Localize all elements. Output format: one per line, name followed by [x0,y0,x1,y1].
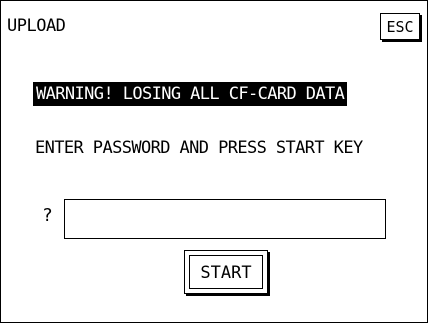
upload-screen: UPLOAD ESC WARNING! LOSING ALL CF-CARD D… [0,0,428,323]
start-button-label: START [189,255,263,289]
instruction-text: ENTER PASSWORD AND PRESS START KEY [35,138,363,158]
password-prompt-mark: ? [42,205,53,226]
password-input[interactable] [64,199,386,239]
esc-button[interactable]: ESC [380,13,420,40]
screen-title: UPLOAD [7,16,66,36]
start-button[interactable]: START [184,250,268,294]
warning-message: WARNING! LOSING ALL CF-CARD DATA [33,82,348,106]
